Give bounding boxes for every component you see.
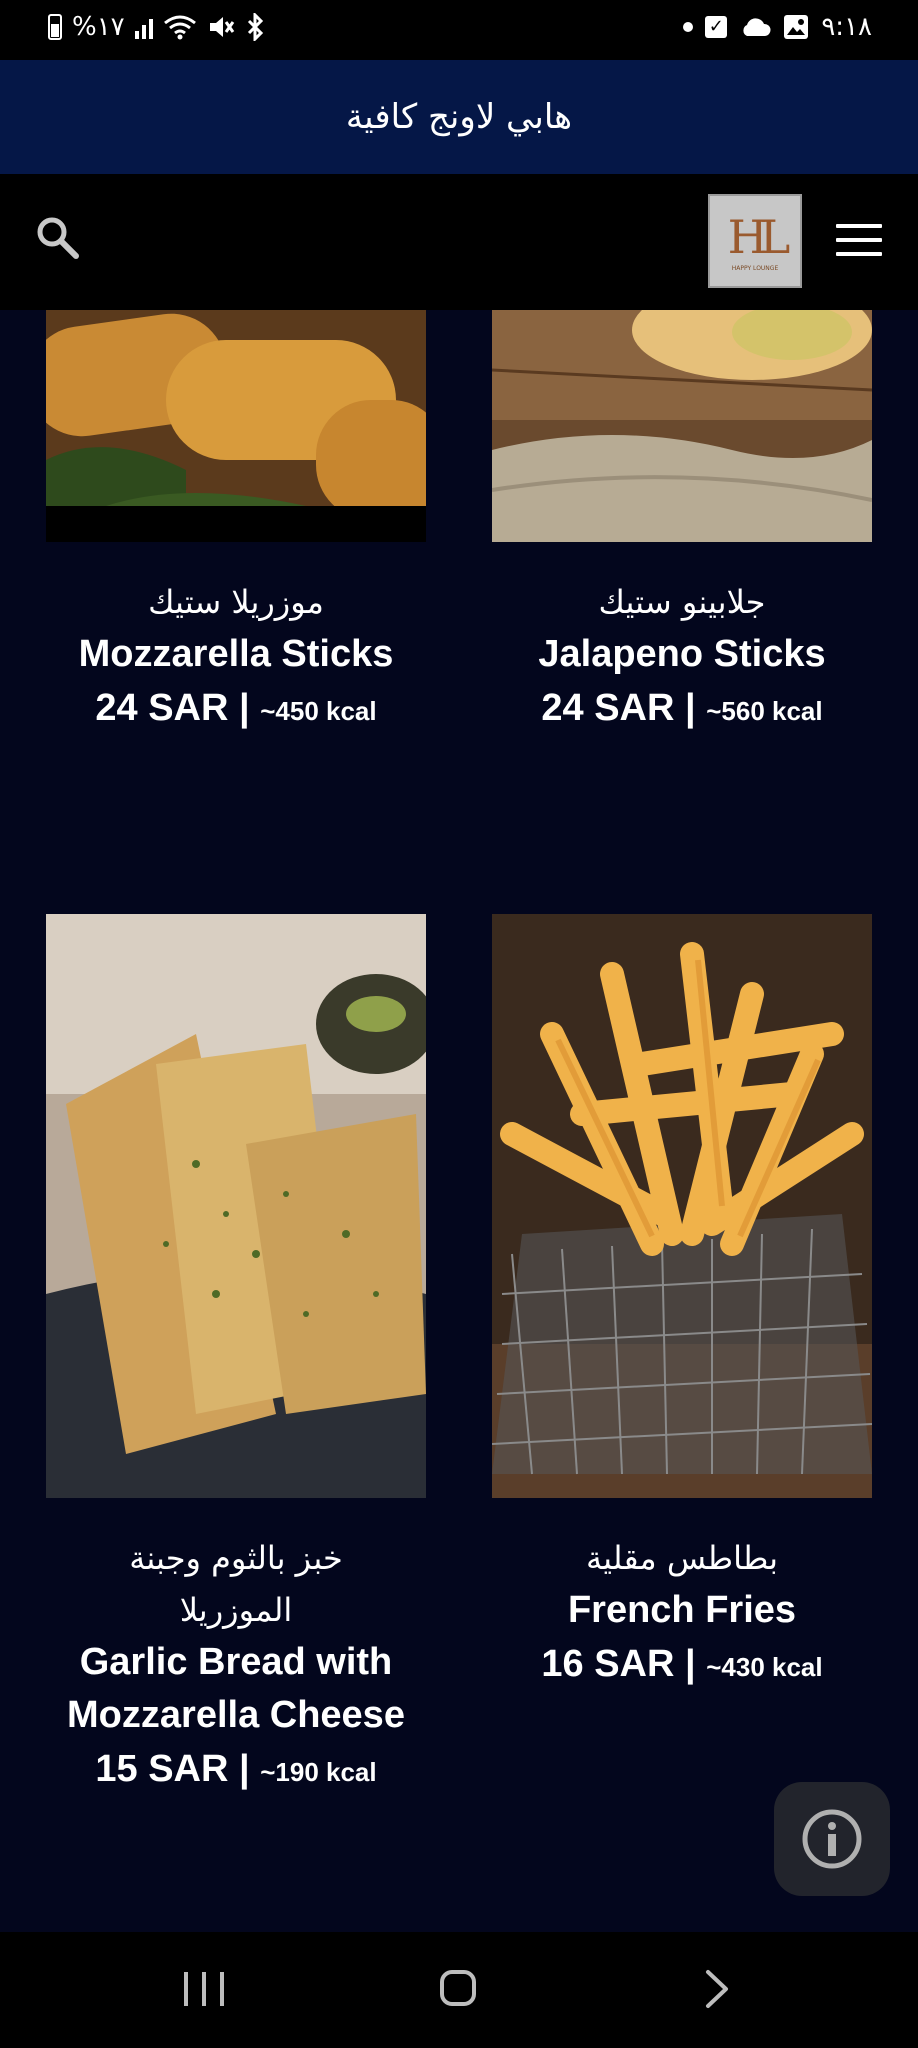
clock: ٩:١٨ <box>821 12 872 42</box>
price-separator: | <box>239 1748 250 1790</box>
item-price-line: 24 SAR | ~560 kcal <box>492 681 872 738</box>
status-bar: %١٧ ✓ ٩:١٨ <box>0 0 918 60</box>
brand-logo[interactable]: HL HAPPY LOUNGE <box>708 194 802 288</box>
item-name-english: Jalapeno Sticks <box>538 633 826 675</box>
item-price: 24 SAR <box>95 687 229 729</box>
info-button[interactable] <box>774 1782 890 1896</box>
search-icon[interactable] <box>34 214 80 260</box>
notification-dot-icon <box>683 22 694 32</box>
item-price: 24 SAR <box>541 687 675 729</box>
info-icon <box>802 1809 862 1869</box>
home-icon[interactable] <box>440 1970 476 2006</box>
bluetooth-icon <box>247 13 263 41</box>
item-price: 16 SAR <box>541 1643 675 1685</box>
logo-subtext: HAPPY LOUNGE <box>731 264 779 272</box>
wifi-icon <box>163 15 196 40</box>
item-name-arabic: بطاطس مقلية <box>585 1539 779 1577</box>
french-fries-image[interactable] <box>492 914 872 1498</box>
item-name-arabic: خبز بالثوم وجبنة الموزريلا <box>129 1539 343 1629</box>
battery-icon <box>48 14 62 40</box>
recent-apps-icon[interactable] <box>184 1972 224 2006</box>
system-nav-bar <box>0 1932 918 2048</box>
item-name-arabic: جلابينو ستيك <box>598 583 766 621</box>
battery-percent: %١٧ <box>72 12 125 42</box>
mozzarella-sticks-image[interactable] <box>46 310 426 542</box>
page-title: هابي لاونج كافية <box>345 97 573 137</box>
item-price-line: 16 SAR | ~430 kcal <box>492 1637 872 1694</box>
price-separator: | <box>685 1643 696 1685</box>
price-separator: | <box>685 687 696 729</box>
item-calories: ~560 kcal <box>706 696 823 726</box>
item-calories: ~190 kcal <box>260 1757 377 1787</box>
gallery-icon <box>784 15 809 39</box>
signal-icon <box>134 15 153 39</box>
back-icon[interactable] <box>702 1968 732 2010</box>
logo-monogram: HL <box>727 209 791 264</box>
title-bar: هابي لاونج كافية <box>0 60 918 174</box>
hamburger-menu-icon[interactable] <box>836 224 882 256</box>
status-bar-right: ✓ ٩:١٨ <box>683 12 872 42</box>
price-separator: | <box>239 687 250 729</box>
item-price: 15 SAR <box>95 1748 229 1790</box>
menu-item-card[interactable]: بطاطس مقلية French Fries 16 SAR | ~430 k… <box>492 1532 872 1694</box>
checkbox-notification-icon: ✓ <box>705 16 728 38</box>
jalapeno-sticks-image[interactable] <box>492 310 872 542</box>
item-price-line: 24 SAR | ~450 kcal <box>46 681 426 738</box>
item-name-english: French Fries <box>567 1589 797 1631</box>
menu-item-card[interactable]: جلابينو ستيك Jalapeno Sticks 24 SAR | ~5… <box>492 576 872 738</box>
menu-grid: موزريلا ستيك Mozzarella Sticks 24 SAR | … <box>0 310 918 1932</box>
garlic-bread-image[interactable] <box>46 914 426 1498</box>
item-price-line: 15 SAR | ~190 kcal <box>46 1742 426 1799</box>
status-bar-left: %١٧ <box>48 12 265 42</box>
app-header: HL HAPPY LOUNGE <box>0 174 918 310</box>
item-name-english: Garlic Bread with Mozzarella Cheese <box>67 1641 405 1736</box>
mute-icon <box>209 17 234 37</box>
item-calories: ~430 kcal <box>706 1652 823 1682</box>
item-calories: ~450 kcal <box>260 696 377 726</box>
item-name-english: Mozzarella Sticks <box>78 633 394 675</box>
menu-item-card[interactable]: موزريلا ستيك Mozzarella Sticks 24 SAR | … <box>46 576 426 738</box>
cloud-icon <box>743 18 771 36</box>
menu-item-card[interactable]: خبز بالثوم وجبنة الموزريلا Garlic Bread … <box>46 1532 426 1799</box>
item-name-arabic: موزريلا ستيك <box>148 583 324 621</box>
